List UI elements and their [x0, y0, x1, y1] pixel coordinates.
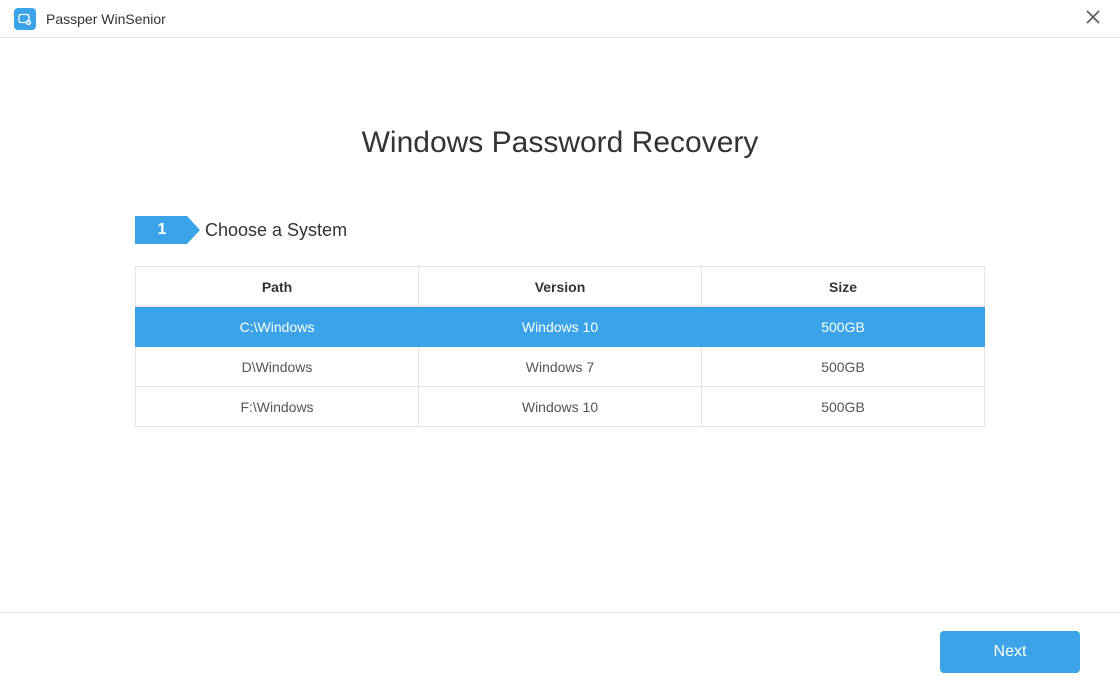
step-number-badge: 1	[135, 216, 187, 244]
title-bar: Passper WinSenior	[0, 0, 1120, 38]
cell-size: 500GB	[702, 307, 985, 347]
step-indicator: 1 Choose a System	[135, 216, 985, 244]
table-header-row: Path Version Size	[136, 267, 985, 307]
page-title: Windows Password Recovery	[0, 126, 1120, 160]
system-table: Path Version Size C:\Windows Windows 10 …	[135, 266, 985, 427]
header-path: Path	[136, 267, 419, 307]
header-size: Size	[702, 267, 985, 307]
close-icon[interactable]	[1078, 4, 1108, 33]
table-row[interactable]: C:\Windows Windows 10 500GB	[136, 307, 985, 347]
content-wrap: 1 Choose a System Path Version Size C:\W…	[135, 216, 985, 427]
cell-version: Windows 10	[419, 307, 702, 347]
title-left: Passper WinSenior	[14, 8, 166, 30]
cell-path: F:\Windows	[136, 387, 419, 427]
cell-path: D\Windows	[136, 347, 419, 387]
footer: Next	[0, 612, 1120, 690]
next-button[interactable]: Next	[940, 631, 1080, 673]
cell-size: 500GB	[702, 347, 985, 387]
cell-version: Windows 7	[419, 347, 702, 387]
main-content: Windows Password Recovery 1 Choose a Sys…	[0, 38, 1120, 427]
step-label: Choose a System	[205, 220, 347, 241]
cell-size: 500GB	[702, 387, 985, 427]
header-version: Version	[419, 267, 702, 307]
table-row[interactable]: F:\Windows Windows 10 500GB	[136, 387, 985, 427]
cell-path: C:\Windows	[136, 307, 419, 347]
table-row[interactable]: D\Windows Windows 7 500GB	[136, 347, 985, 387]
app-icon	[14, 8, 36, 30]
cell-version: Windows 10	[419, 387, 702, 427]
app-title: Passper WinSenior	[46, 11, 166, 27]
